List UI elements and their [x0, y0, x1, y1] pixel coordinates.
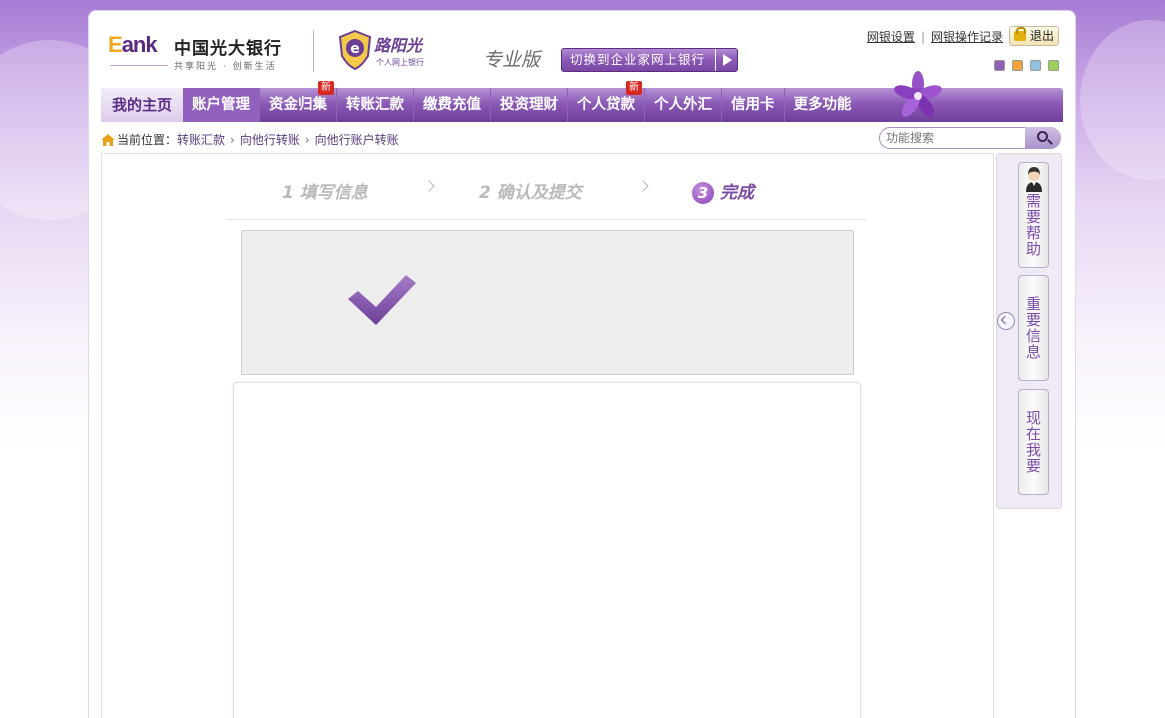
chevron-right-icon: › — [230, 132, 235, 147]
need-help-button[interactable]: 需要帮助 — [1018, 162, 1049, 268]
flower-logo-icon — [894, 71, 942, 117]
edition-label: 专业版 — [483, 49, 541, 71]
step-fill-info: 1 填写信息 — [282, 183, 368, 203]
breadcrumb-interbank[interactable]: 向他行转账 — [240, 131, 300, 148]
progress-steps: 1 填写信息 2 确认及提交 3 完成 — [227, 172, 867, 220]
breadcrumb-transfer[interactable]: 转账汇款 — [177, 131, 225, 148]
sub-brand-logo: e 路阳光 个人网上银行 — [338, 30, 438, 72]
breadcrumb-prefix: 当前位置： — [117, 133, 178, 147]
ebank-operation-log-link[interactable]: 网银操作记录 — [931, 30, 1003, 44]
chevron-left-icon — [1000, 315, 1010, 325]
step-confirm-submit: 2 确认及提交 — [479, 183, 582, 203]
theme-blue[interactable] — [1030, 60, 1041, 71]
switch-enterprise-label: 切换到企业家网上银行 — [570, 52, 706, 67]
checkmark-icon — [348, 275, 416, 325]
chevron-right-icon — [423, 180, 435, 192]
nav-home[interactable]: 我的主页 — [101, 88, 183, 122]
collapse-sidebar-button[interactable] — [997, 312, 1015, 330]
step-complete-label: 完成 — [720, 183, 754, 203]
success-panel — [241, 230, 854, 375]
nav-transfer[interactable]: 转账汇款 — [337, 88, 414, 122]
breadcrumb: 当前位置： 转账汇款 › 向他行转账 › 向他行账户转账 — [101, 131, 399, 148]
new-badge: 新 — [318, 81, 334, 95]
i-want-now-label: 现在我要 — [1024, 410, 1042, 474]
shield-icon: e — [338, 30, 372, 70]
search-button[interactable] — [1025, 127, 1061, 149]
new-badge: 新 — [626, 81, 642, 95]
function-search-input[interactable] — [886, 130, 1018, 146]
breadcrumb-interbank-account[interactable]: 向他行账户转账 — [315, 131, 399, 148]
nav-investment[interactable]: 投资理财 — [491, 88, 568, 122]
background-glow-right — [1080, 20, 1165, 180]
sub-brand-caption: 个人网上银行 — [376, 58, 424, 67]
play-arrow-icon — [715, 49, 737, 71]
nav-fund-collection[interactable]: 资金归集新 — [260, 81, 337, 122]
home-icon — [101, 133, 115, 146]
theme-green[interactable] — [1048, 60, 1059, 71]
nav-account-management[interactable]: 账户管理 — [183, 88, 260, 122]
need-help-label: 需要帮助 — [1024, 193, 1042, 257]
theme-switcher — [987, 60, 1059, 74]
logo-slogan: 共享阳光 · 创新生活 — [174, 62, 277, 72]
ebank-settings-link[interactable]: 网银设置 — [867, 30, 915, 44]
important-info-label: 重要信息 — [1024, 296, 1042, 360]
logo-divider — [313, 30, 314, 72]
lock-icon — [1014, 27, 1026, 41]
logo-underline — [110, 65, 168, 66]
theme-purple[interactable] — [994, 60, 1005, 71]
step-number-badge: 3 — [692, 182, 714, 204]
top-links: 网银设置 | 网银操作记录 — [867, 28, 1003, 45]
function-search — [879, 127, 1061, 149]
nav-personal-loan[interactable]: 个人贷款新 — [568, 81, 645, 122]
logout-button[interactable]: 退出 — [1009, 26, 1059, 46]
logo-bank-name: 中国光大银行 — [174, 39, 282, 59]
step-complete: 3 完成 — [692, 178, 754, 204]
svg-text:e: e — [350, 41, 360, 57]
chevron-right-icon — [637, 180, 649, 192]
customer-service-avatar-icon — [1026, 167, 1042, 192]
i-want-now-button[interactable]: 现在我要 — [1018, 389, 1049, 495]
link-separator: | — [920, 30, 925, 44]
nav-foreign-exchange[interactable]: 个人外汇 — [645, 88, 722, 122]
nav-credit-card[interactable]: 信用卡 — [722, 88, 785, 122]
switch-enterprise-button[interactable]: 切换到企业家网上银行 — [561, 48, 738, 72]
search-icon — [1037, 131, 1048, 142]
main-content: 1 填写信息 2 确认及提交 3 完成 — [101, 153, 994, 718]
logout-label: 退出 — [1030, 29, 1055, 43]
theme-orange[interactable] — [1012, 60, 1023, 71]
nav-items: 账户管理 资金归集新 转账汇款 缴费充值 投资理财 个人贷款新 个人外汇 信用卡… — [183, 81, 861, 122]
nav-payment-recharge[interactable]: 缴费充值 — [414, 88, 491, 122]
logo-eank: Eank — [108, 32, 158, 57]
sub-brand-title: 路阳光 — [374, 36, 423, 55]
important-info-button[interactable]: 重要信息 — [1018, 275, 1049, 381]
bank-logo[interactable]: Eank 中国光大银行 共享阳光 · 创新生活 — [108, 30, 298, 74]
help-sidebar: 需要帮助 重要信息 现在我要 — [996, 153, 1062, 509]
result-panel — [233, 382, 861, 718]
chevron-right-icon: › — [304, 132, 310, 147]
nav-more-functions[interactable]: 更多功能 — [785, 88, 861, 122]
